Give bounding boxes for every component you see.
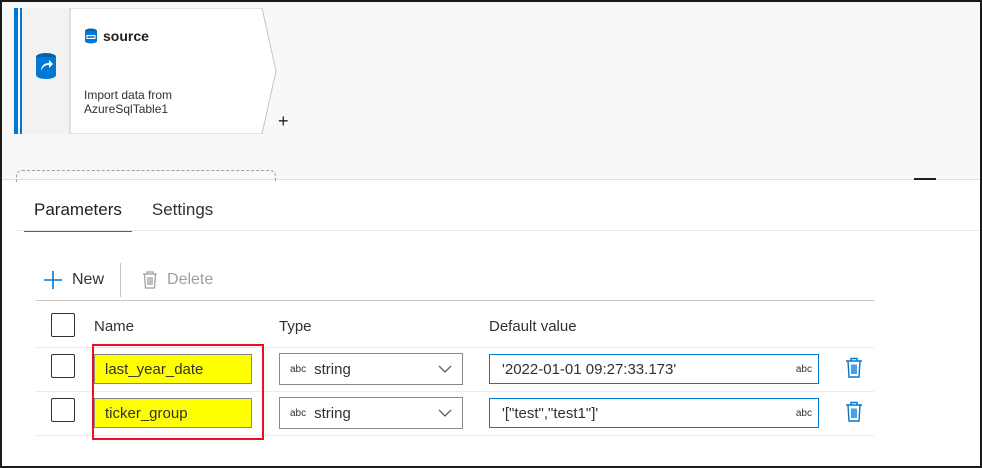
- delete-button[interactable]: Delete: [141, 270, 213, 290]
- default-value-text: '2022-01-01 09:27:33.173': [502, 360, 677, 378]
- tab-settings[interactable]: Settings: [142, 188, 223, 232]
- plus-icon: [44, 271, 62, 289]
- new-button[interactable]: New: [42, 269, 104, 291]
- add-transformation-button[interactable]: +: [278, 112, 289, 130]
- expression-type-badge: abc: [795, 407, 812, 419]
- select-all-checkbox[interactable]: [51, 313, 75, 337]
- node-title: source: [103, 28, 149, 44]
- type-prefix: abc: [290, 407, 307, 419]
- row-checkbox[interactable]: [51, 398, 75, 422]
- panel-resize-handle[interactable]: [914, 178, 936, 180]
- type-prefix: abc: [290, 363, 307, 375]
- default-value-input[interactable]: '2022-01-01 09:27:33.173' abc: [489, 354, 819, 384]
- type-dropdown[interactable]: abc string: [279, 397, 463, 429]
- toolbar-separator: [120, 263, 122, 297]
- node-description: Import data from AzureSqlTable1: [84, 88, 234, 116]
- delete-button-label: Delete: [167, 271, 214, 288]
- column-header-name: Name: [94, 318, 135, 335]
- table-header-row: Name Type Default value: [36, 302, 874, 348]
- parameters-table: Name Type Default value last_year_date a…: [36, 302, 874, 436]
- expression-type-badge: abc: [795, 363, 812, 375]
- app-frame: source Import data from AzureSqlTable1 +…: [0, 0, 982, 468]
- parameter-name-input[interactable]: last_year_date: [94, 354, 252, 384]
- node-description-line: Import data from: [84, 88, 173, 102]
- tab-parameters[interactable]: Parameters: [24, 188, 132, 232]
- table-row: ticker_group abc string '["test","test1"…: [36, 392, 874, 436]
- tabs-divider: [16, 230, 980, 231]
- row-checkbox[interactable]: [51, 354, 75, 378]
- sql-database-icon: [85, 28, 97, 44]
- node-description-line: AzureSqlTable1: [84, 102, 169, 116]
- default-value-text: '["test","test1"]': [502, 404, 599, 422]
- pipeline-canvas[interactable]: source Import data from AzureSqlTable1 +: [2, 2, 980, 182]
- delete-row-icon[interactable]: [844, 400, 864, 424]
- type-value: string: [314, 404, 351, 422]
- new-button-label: New: [72, 271, 105, 288]
- column-header-default-value: Default value: [489, 318, 577, 335]
- table-row: last_year_date abc string '2022-01-01 09…: [36, 348, 874, 392]
- chevron-down-icon: [438, 365, 452, 373]
- parameters-toolbar: New Delete: [42, 262, 213, 298]
- type-value: string: [314, 360, 351, 378]
- tab-bar: Parameters Settings: [24, 188, 223, 232]
- default-value-input[interactable]: '["test","test1"]' abc: [489, 398, 819, 428]
- type-dropdown[interactable]: abc string: [279, 353, 463, 385]
- node-placeholder-outline: [16, 170, 276, 182]
- column-header-type: Type: [279, 318, 312, 335]
- chevron-down-icon: [438, 409, 452, 417]
- source-node[interactable]: source Import data from AzureSqlTable1 +: [14, 8, 289, 134]
- parameter-name-input[interactable]: ticker_group: [94, 398, 252, 428]
- delete-row-icon[interactable]: [844, 356, 864, 380]
- toolbar-divider: [36, 300, 874, 301]
- trash-icon: [143, 271, 158, 289]
- dataflow-source-icon: [36, 53, 56, 79]
